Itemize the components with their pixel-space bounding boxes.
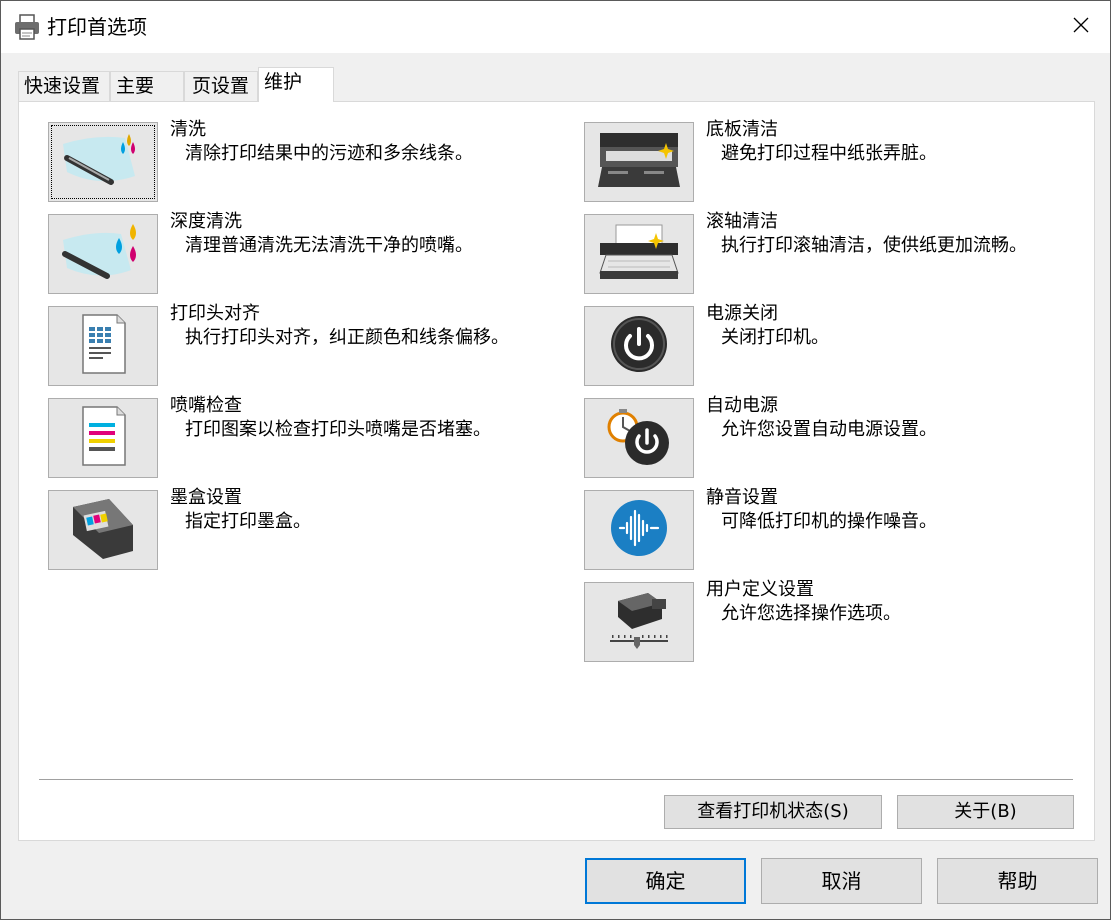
auto-power-button[interactable]: [584, 398, 694, 478]
maintenance-panel: 清洗 清除打印结果中的污迹和多余线条。 深度清洗 清理普通清洗无法清洗干净的喷嘴…: [18, 101, 1095, 841]
cleaning-button[interactable]: [48, 122, 158, 202]
tab-maintenance[interactable]: 维护: [258, 67, 334, 102]
quiet-settings-button[interactable]: [584, 490, 694, 570]
power-off-desc: 关闭打印机。: [721, 327, 1081, 349]
quiet-settings-desc: 可降低打印机的操作噪音。: [721, 511, 1081, 533]
tab-page-setup[interactable]: 页设置: [184, 71, 258, 101]
auto-power-desc: 允许您设置自动电源设置。: [721, 419, 1081, 441]
title-bar: 打印首选项: [1, 1, 1110, 53]
custom-settings-icon: [604, 587, 674, 657]
deep-cleaning-icon: [55, 220, 151, 288]
separator: [39, 779, 1073, 780]
help-button[interactable]: 帮助: [937, 858, 1098, 904]
print-head-alignment-desc: 执行打印头对齐，纠正颜色和线条偏移。: [185, 327, 535, 349]
power-off-icon: [608, 313, 670, 379]
roller-cleaning-button[interactable]: [584, 214, 694, 294]
cancel-button[interactable]: 取消: [761, 858, 922, 904]
tab-main[interactable]: 主要: [110, 71, 184, 101]
nozzle-cleaning-icon: [55, 128, 151, 196]
nozzle-check-icon: [73, 403, 133, 473]
bottom-plate-cleaning-button[interactable]: [584, 122, 694, 202]
window-title: 打印首选项: [47, 14, 147, 40]
cleaning-desc: 清除打印结果中的污迹和多余线条。: [185, 143, 545, 165]
power-off-button[interactable]: [584, 306, 694, 386]
quiet-settings-title: 静音设置: [706, 487, 778, 509]
power-off-title: 电源关闭: [706, 303, 778, 325]
view-printer-status-button[interactable]: 查看打印机状态(S): [664, 795, 882, 829]
bottom-plate-cleaning-desc: 避免打印过程中纸张弄脏。: [721, 143, 1081, 165]
ink-cartridge-settings-title: 墨盒设置: [170, 487, 242, 509]
print-preferences-dialog: 打印首选项 快速设置 主要 页设置 维护: [0, 0, 1111, 920]
deep-cleaning-button[interactable]: [48, 214, 158, 294]
about-button[interactable]: 关于(B): [897, 795, 1074, 829]
custom-settings-button[interactable]: [584, 582, 694, 662]
nozzle-check-title: 喷嘴检查: [170, 395, 242, 417]
ink-cartridge-icon: [63, 495, 143, 565]
nozzle-check-button[interactable]: [48, 398, 158, 478]
cleaning-title: 清洗: [170, 119, 206, 141]
print-head-alignment-title: 打印头对齐: [170, 303, 260, 325]
deep-cleaning-title: 深度清洗: [170, 211, 242, 233]
auto-power-icon: [599, 403, 679, 473]
roller-cleaning-desc: 执行打印滚轴清洁，使供纸更加流畅。: [721, 235, 1091, 257]
custom-settings-desc: 允许您选择操作选项。: [721, 603, 1081, 625]
bottom-plate-cleaning-title: 底板清洁: [706, 119, 778, 141]
tab-quick-setup[interactable]: 快速设置: [18, 71, 110, 101]
nozzle-check-desc: 打印图案以检查打印头喷嘴是否堵塞。: [185, 419, 545, 441]
ok-button[interactable]: 确定: [585, 858, 746, 904]
close-button[interactable]: [1052, 1, 1110, 53]
ink-cartridge-settings-desc: 指定打印墨盒。: [185, 511, 545, 533]
ink-cartridge-settings-button[interactable]: [48, 490, 158, 570]
bottom-plate-cleaning-icon: [594, 129, 684, 195]
deep-cleaning-desc: 清理普通清洗无法清洗干净的喷嘴。: [185, 235, 545, 257]
roller-cleaning-title: 滚轴清洁: [706, 211, 778, 233]
roller-cleaning-icon: [594, 221, 684, 287]
auto-power-title: 自动电源: [706, 395, 778, 417]
close-icon: [1072, 16, 1090, 38]
quiet-mode-icon: [608, 497, 670, 563]
print-head-alignment-button[interactable]: [48, 306, 158, 386]
printer-icon: [13, 13, 41, 41]
custom-settings-title: 用户定义设置: [706, 579, 814, 601]
print-head-alignment-icon: [73, 311, 133, 381]
